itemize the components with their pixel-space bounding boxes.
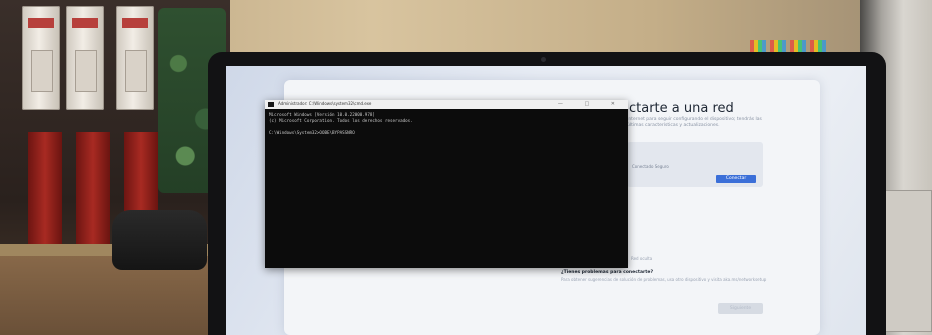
hidden-network-item[interactable]: Red oculta xyxy=(631,256,652,261)
binder xyxy=(66,6,104,110)
oobe-description: Internet para seguir configurando el dis… xyxy=(627,117,762,128)
terminal-icon xyxy=(268,102,274,107)
black-bag xyxy=(112,210,207,270)
photo-scene: ctarte a una red Internet para seguir co… xyxy=(0,0,932,335)
next-button[interactable]: Siguiente xyxy=(718,303,763,314)
cmd-line: Microsoft Windows [Versión 10.0.22000.97… xyxy=(269,112,375,117)
cmd-titlebar[interactable]: Administrador: C:\Windows\system32\cmd.e… xyxy=(265,100,628,109)
network-label: Conectado Seguro xyxy=(632,164,669,169)
cmd-prompt[interactable]: C:\Windows\System32>OOBE\BYPASSNRO xyxy=(269,130,355,135)
colored-markers xyxy=(750,40,830,52)
cmd-line: (c) Microsoft Corporation. Todos los der… xyxy=(269,118,413,123)
problems-title: ¿Tienes problemas para conectarte? xyxy=(561,270,654,275)
binder xyxy=(116,6,154,110)
cmd-window[interactable]: Administrador: C:\Windows\system32\cmd.e… xyxy=(265,100,628,268)
binder xyxy=(22,6,60,110)
cmd-title: Administrador: C:\Windows\system32\cmd.e… xyxy=(278,101,372,106)
connect-button[interactable]: Conectar xyxy=(716,175,756,183)
red-book xyxy=(28,132,62,244)
laptop-screen: ctarte a una red Internet para seguir co… xyxy=(226,66,866,335)
problems-description: Para obtener sugerencias de solución de … xyxy=(561,277,767,282)
webcam-icon xyxy=(541,57,546,62)
window-controls[interactable]: — □ ✕ xyxy=(558,101,625,107)
red-book xyxy=(76,132,110,244)
oobe-title: ctarte a una red xyxy=(629,101,734,116)
